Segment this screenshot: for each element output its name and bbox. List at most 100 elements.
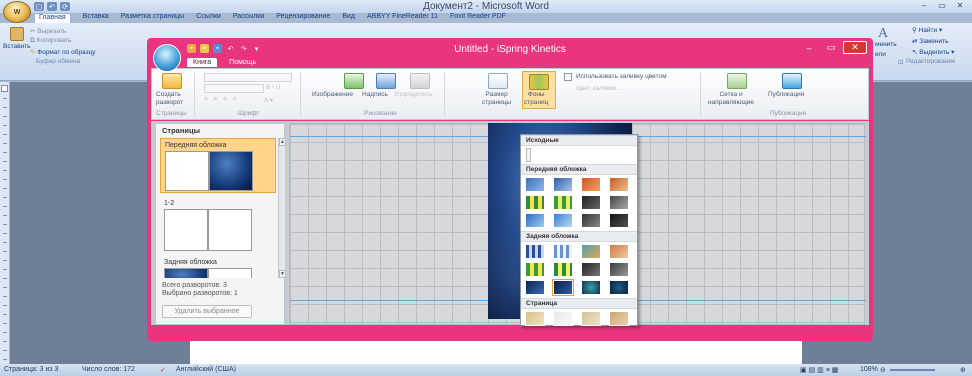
caption-button[interactable]: Надпись	[362, 91, 388, 98]
arrange-button[interactable]: Упорядочить	[394, 91, 433, 98]
swatch-back-6[interactable]	[553, 262, 573, 277]
outline-view-icon[interactable]: ≡	[826, 367, 830, 374]
dialog-launcher-icon[interactable]: ⊡	[898, 58, 903, 66]
create-spread-button[interactable]: Создать разворот	[156, 91, 183, 107]
use-color-fill-checkbox[interactable]	[564, 73, 572, 81]
fill-color-button[interactable]: Цвет заливки...	[576, 85, 622, 92]
ispring-app-button[interactable]	[153, 44, 181, 72]
word-maximize-button[interactable]: ▭	[934, 0, 950, 11]
swatch-front-6[interactable]	[553, 195, 573, 210]
paste-icon[interactable]	[10, 27, 24, 41]
swatch-front-10[interactable]	[553, 213, 573, 228]
swatch-back-5[interactable]	[525, 262, 545, 277]
tab-book[interactable]: Книга	[187, 58, 218, 67]
tab-page-layout[interactable]: Разметка страницы	[121, 13, 185, 23]
select-button[interactable]: ↖ Выделить ▾	[912, 48, 954, 56]
tab-view[interactable]: Вид	[342, 13, 355, 23]
pages-scrollbar[interactable]: ▲ ▼	[278, 138, 286, 278]
scroll-down-icon[interactable]: ▼	[279, 270, 286, 278]
styles-icon[interactable]: A	[878, 26, 888, 42]
swatch-front-4[interactable]	[609, 177, 629, 192]
office-button[interactable]: W	[3, 1, 31, 23]
page-item-1-2[interactable]: 1-2	[160, 197, 276, 253]
spellcheck-icon[interactable]: ✓	[160, 366, 166, 374]
swatch-front-3[interactable]	[581, 177, 601, 192]
full-screen-view-icon[interactable]: ▤	[809, 367, 816, 374]
image-button[interactable]: Изображение	[312, 91, 353, 98]
publish-icon[interactable]	[782, 73, 802, 89]
copy-button[interactable]: ⧉ Копировать	[30, 37, 71, 45]
replace-button[interactable]: ⇄ Заменить	[912, 37, 948, 45]
draft-view-icon[interactable]: ▦	[832, 367, 839, 374]
swatch-back-8[interactable]	[609, 262, 629, 277]
swatch-back-7[interactable]	[581, 262, 601, 277]
page-size-button[interactable]: Размер страницы	[482, 91, 511, 107]
swatch-back-9[interactable]	[525, 280, 545, 295]
web-layout-view-icon[interactable]: ▥	[817, 367, 824, 374]
zoom-slider[interactable]	[890, 369, 935, 371]
arrange-icon[interactable]	[410, 73, 430, 89]
tab-help[interactable]: Помощь	[223, 58, 262, 67]
tab-home[interactable]: Главная	[34, 13, 71, 23]
swatch-back-3[interactable]	[581, 244, 601, 259]
delete-selected-button[interactable]: Удалить выбранное	[162, 305, 252, 318]
caption-icon[interactable]	[376, 73, 396, 89]
font-color-icon[interactable]: A ▾	[264, 96, 273, 104]
image-icon[interactable]	[344, 73, 364, 89]
word-minimize-button[interactable]: –	[916, 0, 932, 11]
status-page[interactable]: Страница: 3 из 3	[4, 366, 58, 373]
ispring-close-button[interactable]: ✕	[843, 41, 867, 54]
zoom-in-icon[interactable]: ⊕	[960, 366, 966, 374]
swatch-page-3[interactable]	[581, 311, 601, 326]
ruler-toggle-icon[interactable]	[1, 85, 8, 92]
page-item-back-cover[interactable]: Задняя обложка	[160, 256, 276, 278]
swatch-back-10-selected[interactable]	[552, 279, 574, 296]
publish-button[interactable]: Публикация	[768, 91, 804, 98]
swatch-page-2[interactable]	[553, 311, 573, 326]
scroll-up-icon[interactable]: ▲	[279, 138, 286, 146]
swatch-back-1[interactable]	[525, 244, 545, 259]
swatch-back-12[interactable]	[609, 280, 629, 295]
swatch-front-1[interactable]	[525, 177, 545, 192]
status-language[interactable]: Английский (США)	[176, 366, 236, 373]
ispring-maximize-button[interactable]: ▭	[821, 41, 841, 54]
swatch-front-7[interactable]	[581, 195, 601, 210]
tab-foxit[interactable]: Foxit Reader PDF	[450, 13, 506, 23]
tab-mailings[interactable]: Рассылки	[233, 13, 264, 23]
create-spread-icon[interactable]	[162, 73, 182, 89]
swatch-front-2[interactable]	[553, 177, 573, 192]
swatch-default[interactable]	[526, 148, 531, 162]
grid-guides-button[interactable]: Сетка и направляющие	[708, 91, 754, 107]
tab-references[interactable]: Ссылки	[196, 13, 221, 23]
swatch-back-2[interactable]	[553, 244, 573, 259]
align-buttons[interactable]: ≡ ≡ ≡ ≡	[204, 96, 239, 103]
tab-abbyy[interactable]: ABBYY FineReader 11	[367, 13, 438, 23]
page-size-icon[interactable]	[488, 73, 508, 89]
swatch-front-11[interactable]	[581, 213, 601, 228]
swatch-front-9[interactable]	[525, 213, 545, 228]
print-layout-view-icon[interactable]: ▣	[800, 367, 807, 374]
grid-guides-icon[interactable]	[727, 73, 747, 89]
tab-insert[interactable]: Вставка	[83, 13, 109, 23]
cut-button[interactable]: ✂ Вырезать	[30, 27, 66, 35]
format-painter-button[interactable]: ✎ Формат по образцу	[30, 48, 96, 56]
zoom-level[interactable]: 108%	[860, 366, 878, 373]
tab-review[interactable]: Рецензирование	[276, 13, 330, 23]
swatch-back-4[interactable]	[609, 244, 629, 259]
status-words[interactable]: Число слов: 172	[82, 366, 135, 373]
swatch-front-5[interactable]	[525, 195, 545, 210]
bold-italic-underline-buttons[interactable]: B I U	[266, 84, 280, 91]
swatch-front-12[interactable]	[609, 213, 629, 228]
swatch-page-4[interactable]	[609, 311, 629, 326]
swatch-front-8[interactable]	[609, 195, 629, 210]
zoom-out-icon[interactable]: ⊖	[880, 366, 886, 374]
swatch-page-1[interactable]	[525, 311, 545, 326]
page-backgrounds-icon[interactable]	[529, 74, 549, 90]
page-item-front-cover[interactable]: Передняя обложка	[160, 138, 276, 193]
word-close-button[interactable]: ✕	[952, 0, 968, 11]
find-button[interactable]: ⚲ Найти ▾	[912, 26, 942, 34]
page-backgrounds-button[interactable]: Фоны страниц	[524, 91, 548, 107]
font-size-combo[interactable]	[204, 84, 264, 93]
paste-button[interactable]: Вставить	[3, 43, 31, 50]
ispring-minimize-button[interactable]: –	[799, 41, 819, 54]
